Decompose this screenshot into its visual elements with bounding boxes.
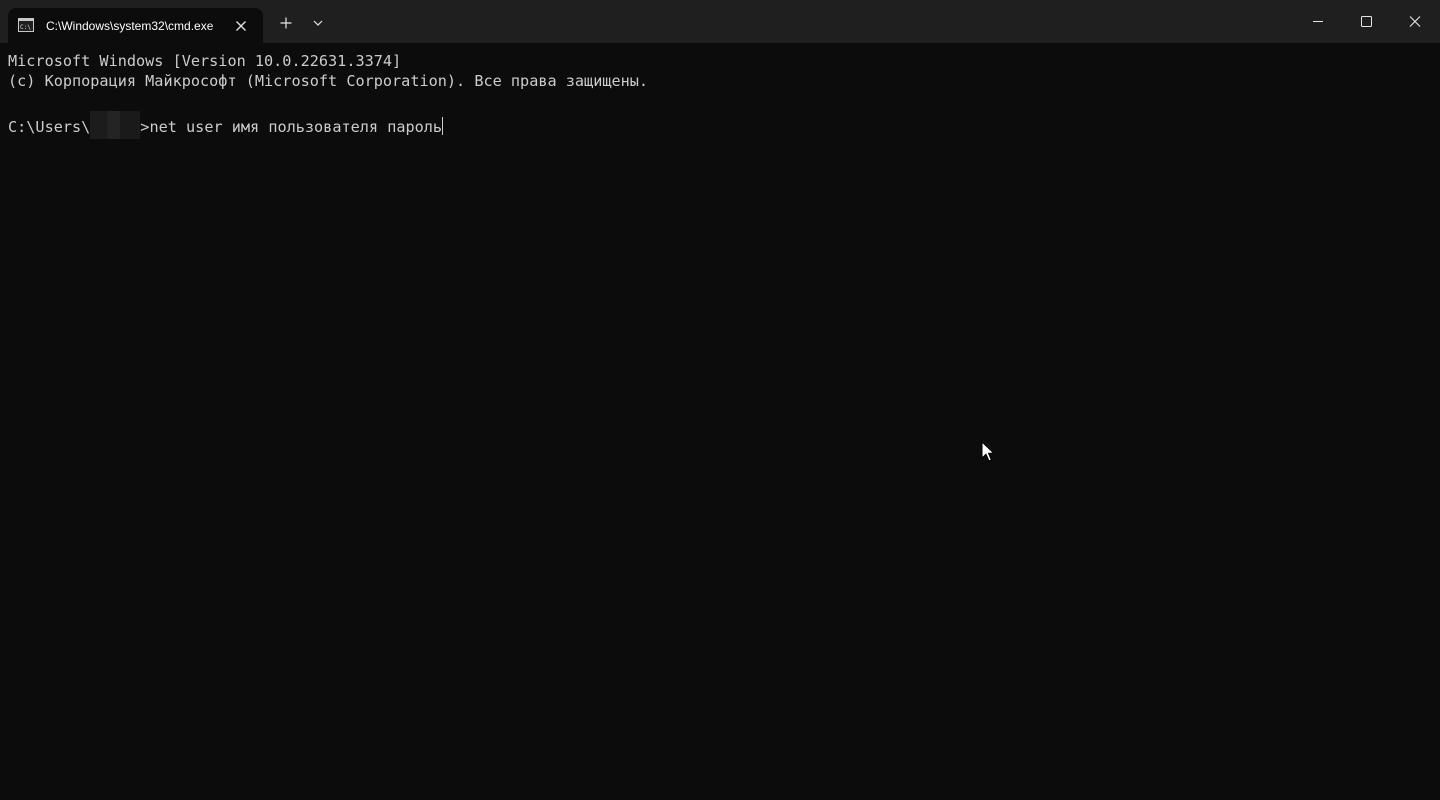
text-cursor xyxy=(442,117,444,135)
cmd-icon: C:\ xyxy=(18,18,34,32)
command-prompt-line[interactable]: C:\Users\ >net user имя пользователя паро… xyxy=(8,111,444,139)
minimize-icon xyxy=(1313,21,1323,22)
tab-cmd[interactable]: C:\ C:\Windows\system32\cmd.exe xyxy=(8,8,263,43)
redacted-username xyxy=(90,111,141,139)
tab-title: C:\Windows\system32\cmd.exe xyxy=(46,19,214,33)
tab-dropdown-button[interactable] xyxy=(304,9,332,37)
console-line: Microsoft Windows [Version 10.0.22631.33… xyxy=(8,52,402,70)
new-tab-button[interactable] xyxy=(272,9,300,37)
close-icon xyxy=(1409,16,1421,27)
chevron-down-icon xyxy=(313,20,323,26)
plus-icon xyxy=(280,17,292,29)
minimize-button[interactable] xyxy=(1294,0,1342,43)
maximize-icon xyxy=(1361,16,1372,27)
console-line: (c) Корпорация Майкрософт (Microsoft Cor… xyxy=(8,72,649,90)
command-input[interactable]: net user имя пользователя пароль xyxy=(149,118,442,136)
close-tab-icon[interactable] xyxy=(230,15,252,37)
console-output[interactable]: Microsoft Windows [Version 10.0.22631.33… xyxy=(0,43,1440,800)
terminal-window: C:\ C:\Windows\system32\cmd.exe Microsof… xyxy=(0,0,1440,800)
title-bar[interactable]: C:\ C:\Windows\system32\cmd.exe xyxy=(0,0,1440,43)
svg-text:C:\: C:\ xyxy=(20,24,31,31)
prompt-path: C:\Users\ xyxy=(8,118,91,136)
mouse-pointer-icon xyxy=(981,441,995,463)
close-window-button[interactable] xyxy=(1391,0,1439,43)
maximize-button[interactable] xyxy=(1342,0,1390,43)
